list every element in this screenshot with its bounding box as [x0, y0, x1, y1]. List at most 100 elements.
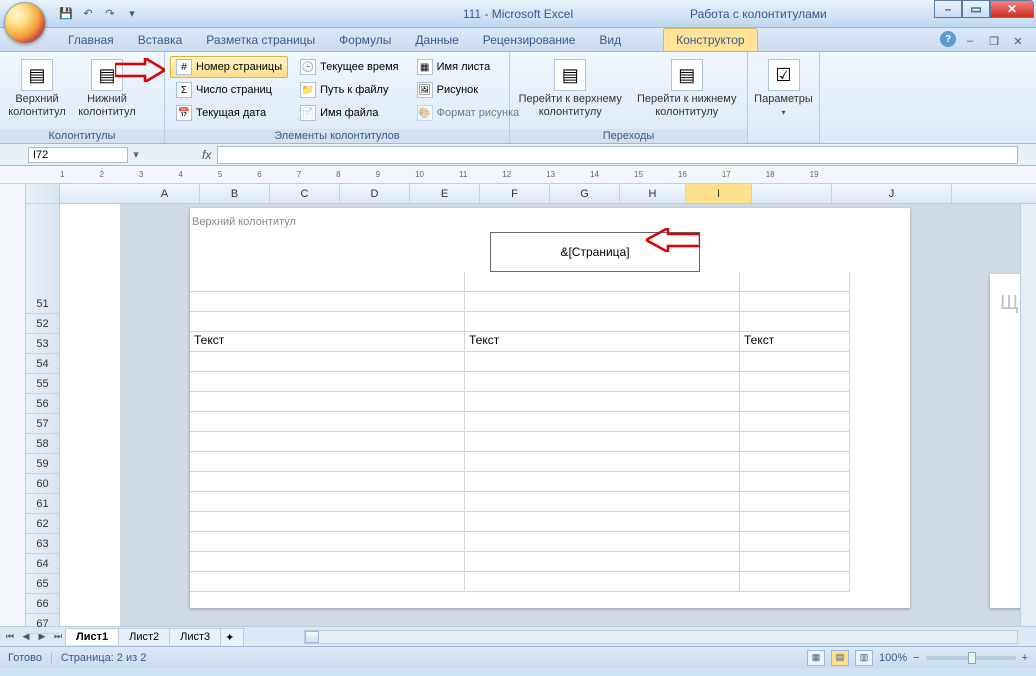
row-header[interactable]: 62 [26, 514, 59, 534]
status-page-info: Страница: 2 из 2 [61, 652, 147, 664]
row-header[interactable]: 59 [26, 454, 59, 474]
doc-close-icon[interactable]: ✕ [1008, 31, 1028, 51]
row-header[interactable]: 60 [26, 474, 59, 494]
tab-nav-first-icon[interactable]: ⏮ [2, 629, 18, 645]
redo-icon[interactable]: ↷ [100, 4, 120, 24]
tab-review[interactable]: Рецензирование [471, 29, 588, 51]
col-header[interactable]: A [130, 184, 200, 203]
col-header[interactable] [752, 184, 832, 203]
zoom-in-icon[interactable]: + [1022, 652, 1028, 664]
goto-header-button: ▤ Перейти к верхнему колонтитулу [513, 55, 628, 126]
page-number-icon: # [176, 59, 192, 75]
footer-button[interactable]: ▤ Нижний колонтитул [73, 55, 141, 126]
col-header-selected[interactable]: I [686, 184, 752, 203]
row-header[interactable]: 51 [26, 294, 59, 314]
row-header[interactable]: 67 [26, 614, 59, 634]
parameters-button[interactable]: ☑ Параметры ▾ [751, 55, 816, 138]
row-header[interactable]: 63 [26, 534, 59, 554]
header-left-section[interactable] [190, 232, 400, 272]
tab-design-context[interactable]: Конструктор [663, 28, 757, 51]
row-header[interactable]: 55 [26, 374, 59, 394]
col-header[interactable]: E [410, 184, 480, 203]
group-label-headers: Колонтитулы [0, 129, 164, 143]
page-number-button[interactable]: #Номер страницы [170, 56, 288, 78]
tab-view[interactable]: Вид [587, 29, 633, 51]
header-right-section[interactable] [700, 232, 910, 272]
row-header[interactable]: 57 [26, 414, 59, 434]
row-header[interactable]: 65 [26, 574, 59, 594]
view-page-layout-icon[interactable]: ▤ [831, 650, 849, 666]
vertical-scrollbar[interactable] [1020, 204, 1036, 626]
tab-formulas[interactable]: Формулы [327, 29, 403, 51]
page-count-button[interactable]: ΣЧисло страниц [170, 79, 288, 101]
col-header[interactable]: D [340, 184, 410, 203]
cell-grid[interactable]: Текст Текст Текст [190, 272, 850, 592]
col-header[interactable]: C [270, 184, 340, 203]
row-header[interactable]: 64 [26, 554, 59, 574]
goto-footer-button[interactable]: ▤ Перейти к нижнему колонтитулу [630, 55, 745, 126]
view-normal-icon[interactable]: ▦ [807, 650, 825, 666]
close-button[interactable]: ✕ [990, 0, 1034, 18]
select-all-corner[interactable] [26, 184, 59, 204]
qat-dropdown-icon[interactable]: ▾ [122, 4, 142, 24]
sheet-icon: ▦ [417, 59, 433, 75]
date-icon: 📅 [176, 105, 192, 121]
name-box[interactable]: I72 [28, 147, 128, 163]
sheet-tab-bar: ⏮ ◀ ▶ ⏭ Лист1 Лист2 Лист3 ✦ [0, 626, 1036, 646]
fx-icon[interactable]: fx [202, 148, 211, 162]
name-box-dropdown-icon[interactable]: ▾ [130, 148, 142, 161]
undo-icon[interactable]: ↶ [78, 4, 98, 24]
cell[interactable]: Текст [465, 332, 740, 352]
header-section-label: Верхний колонтитул [192, 216, 296, 228]
header-center-section[interactable]: &[Страница] [490, 232, 700, 272]
tab-insert[interactable]: Вставка [126, 29, 195, 51]
col-header[interactable]: G [550, 184, 620, 203]
doc-restore-icon[interactable]: ❐ [984, 31, 1004, 51]
time-icon: 🕒 [300, 59, 316, 75]
parameters-icon: ☑ [768, 59, 800, 91]
file-name-button[interactable]: 📄Имя файла [294, 102, 404, 124]
row-header[interactable]: 54 [26, 354, 59, 374]
tab-page-layout[interactable]: Разметка страницы [194, 29, 327, 51]
goto-header-icon: ▤ [554, 59, 586, 91]
cell[interactable]: Текст [190, 332, 465, 352]
sheet-tab[interactable]: Лист2 [118, 628, 170, 645]
ribbon: ▤ Верхний колонтитул ▤ Нижний колонтитул… [0, 52, 1036, 144]
new-sheet-tab[interactable]: ✦ [220, 628, 244, 646]
col-header[interactable]: B [200, 184, 270, 203]
zoom-slider[interactable] [926, 656, 1016, 660]
row-header[interactable]: 56 [26, 394, 59, 414]
sheet-tab[interactable]: Лист3 [169, 628, 221, 645]
col-header[interactable]: H [620, 184, 686, 203]
col-header[interactable]: F [480, 184, 550, 203]
current-date-button[interactable]: 📅Текущая дата [170, 102, 288, 124]
doc-minimize-icon[interactable]: – [960, 31, 980, 51]
help-icon[interactable]: ? [940, 31, 956, 47]
tab-data[interactable]: Данные [403, 29, 470, 51]
cell[interactable]: Текст [740, 332, 850, 352]
row-header[interactable]: 66 [26, 594, 59, 614]
tab-home[interactable]: Главная [56, 29, 126, 51]
header-field-value: &[Страница] [560, 245, 629, 259]
file-path-button[interactable]: 📁Путь к файлу [294, 79, 404, 101]
view-page-break-icon[interactable]: ▥ [855, 650, 873, 666]
horizontal-scrollbar[interactable] [304, 630, 1018, 644]
picture-button[interactable]: 🖼Рисунок [411, 79, 526, 101]
maximize-button[interactable]: ▭ [962, 0, 990, 18]
row-header[interactable]: 61 [26, 494, 59, 514]
vertical-ruler [0, 184, 26, 626]
office-button[interactable] [4, 2, 46, 44]
zoom-out-icon[interactable]: − [913, 652, 919, 664]
current-time-button[interactable]: 🕒Текущее время [294, 56, 404, 78]
sheet-tab[interactable]: Лист1 [65, 628, 119, 645]
save-icon[interactable]: 💾 [56, 4, 76, 24]
row-header[interactable]: 53 [26, 334, 59, 354]
row-header[interactable]: 58 [26, 434, 59, 454]
row-header[interactable]: 52 [26, 314, 59, 334]
sheet-name-button[interactable]: ▦Имя листа [411, 56, 526, 78]
formula-bar: I72 ▾ fx [0, 144, 1036, 166]
col-header[interactable]: J [832, 184, 952, 203]
minimize-button[interactable]: – [934, 0, 962, 18]
header-button[interactable]: ▤ Верхний колонтитул [3, 55, 71, 126]
formula-input[interactable] [217, 146, 1018, 164]
